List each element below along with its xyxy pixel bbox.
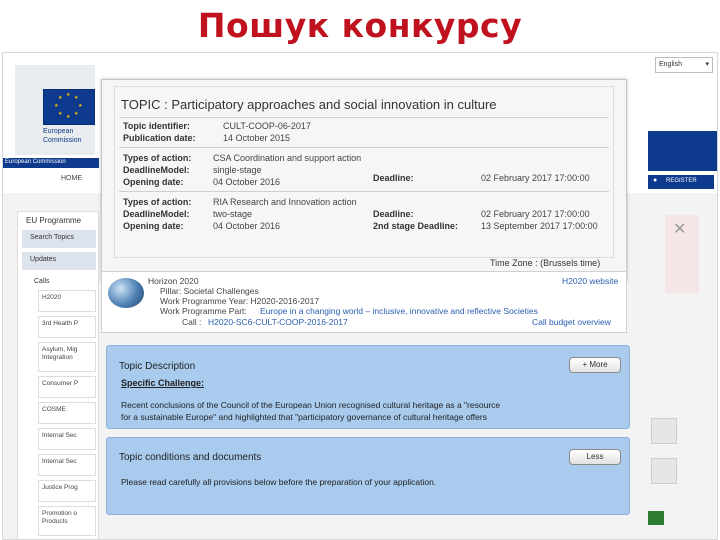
sidebar-programme-consumer[interactable]: Consumer P: [38, 376, 96, 398]
second-stage-deadline-label: 2nd stage Deadline:: [373, 221, 459, 231]
language-value: English: [659, 61, 682, 68]
sidebar-title: EU Programme: [26, 216, 82, 225]
org-name: European Commission: [43, 127, 82, 145]
work-programme-part-link[interactable]: Europe in a changing world – inclusive, …: [260, 306, 538, 316]
topic-conditions-title: Topic conditions and documents: [119, 452, 262, 463]
programme-sidebar: EU Programme Search Topics Updates Calls…: [17, 211, 99, 539]
sidebar-programme-asylum-line2: Integration: [42, 354, 73, 361]
slide-title: Пошук конкурсу: [197, 6, 523, 45]
work-programme-part-label: Work Programme Part:: [160, 306, 247, 316]
sidebar-programme-promotion[interactable]: Promotion o Products: [38, 506, 96, 536]
publication-date-label: Publication date:: [123, 133, 196, 143]
opening-date-value: 04 October 2016: [213, 177, 281, 187]
ec-logo: ★ ★ ★ ★ ★ ★ ★ ★ European Commission: [15, 65, 95, 155]
deadline-model-value: two-stage: [213, 209, 253, 219]
h2020-website-link[interactable]: H2020 website: [562, 276, 618, 286]
sidebar-item-search-topics[interactable]: Search Topics: [22, 230, 96, 248]
call-label: Call :: [182, 317, 202, 327]
divider: [119, 117, 609, 118]
opening-date-label: Opening date:: [123, 177, 184, 187]
programme-info-panel: Horizon 2020 Pillar: Societal Challenges…: [101, 271, 627, 333]
topic-panel: TOPIC : Participatory approaches and soc…: [101, 79, 627, 281]
action-type-value: RIA Research and Innovation action: [213, 197, 357, 207]
user-icon: ●: [653, 177, 658, 184]
deadline-value: 02 February 2017 17:00:00: [481, 173, 590, 183]
sidebar-programme-cosme[interactable]: COSME: [38, 402, 96, 424]
action-type-label: Types of action:: [123, 153, 192, 163]
description-text-line-1: Recent conclusions of the Council of the…: [121, 400, 501, 410]
action-type-label: Types of action:: [123, 197, 192, 207]
publication-date-value: 14 October 2015: [223, 133, 291, 143]
home-link[interactable]: HOME: [61, 175, 82, 182]
sidebar-programme-h2020[interactable]: H2020: [38, 290, 96, 312]
divider: [119, 147, 609, 148]
header-blue-block: [648, 131, 717, 171]
chevron-down-icon: ▾: [705, 61, 709, 68]
deadline-model-label: DeadlineModel:: [123, 209, 190, 219]
topic-heading: TOPIC : Participatory approaches and soc…: [121, 97, 497, 112]
org-name-line-1: European: [43, 128, 74, 135]
ec-bar-text: European Commission: [5, 159, 66, 165]
eu-flag-icon: ★ ★ ★ ★ ★ ★ ★ ★: [43, 89, 95, 125]
sidebar-programme-promotion-line2: Products: [42, 518, 68, 525]
topic-description-section: Topic Description + More Specific Challe…: [106, 345, 630, 429]
call-budget-overview-link[interactable]: Call budget overview: [532, 317, 611, 327]
sidebar-item-updates[interactable]: Updates: [22, 252, 96, 270]
side-button-1[interactable]: [651, 418, 677, 444]
opening-date-value: 04 October 2016: [213, 221, 281, 231]
deadline-label: Deadline:: [373, 209, 414, 219]
more-button[interactable]: + More: [569, 357, 621, 373]
topic-details: TOPIC : Participatory approaches and soc…: [114, 86, 614, 258]
close-panel: ✕: [665, 215, 699, 293]
divider: [119, 191, 609, 192]
specific-challenge-heading: Specific Challenge:: [121, 378, 205, 388]
close-icon[interactable]: ✕: [673, 219, 686, 239]
description-text-line-2: for a sustainable Europe" and highlighte…: [121, 412, 487, 422]
portal-screenshot: ★ ★ ★ ★ ★ ★ ★ ★ European Commission European…: [2, 52, 718, 540]
pillar: Pillar: Societal Challenges: [160, 286, 259, 296]
sidebar-programme-promotion-line1: Promotion o: [42, 510, 78, 517]
sidebar-programme-internal-sec-1[interactable]: Internal Sec: [38, 428, 96, 450]
deadline-model-label: DeadlineModel:: [123, 165, 190, 175]
work-programme-year: Work Programme Year: H2020-2016-2017: [160, 296, 320, 306]
conditions-text: Please read carefully all provisions bel…: [121, 477, 437, 487]
sidebar-calls-label: Calls: [34, 278, 50, 285]
side-button-2[interactable]: [651, 458, 677, 484]
side-green-button[interactable]: [648, 511, 664, 525]
sidebar-programme-health[interactable]: 3rd Health P: [38, 316, 96, 338]
globe-icon: [108, 278, 144, 308]
sidebar-programme-justice[interactable]: Justice Prog: [38, 480, 96, 502]
register-button[interactable]: ● REGISTER: [648, 175, 714, 189]
topic-identifier-label: Topic identifier:: [123, 121, 190, 131]
sidebar-programme-internal-sec-2[interactable]: Internal Sec: [38, 454, 96, 476]
opening-date-label: Opening date:: [123, 221, 184, 231]
topic-conditions-section: Topic conditions and documents Less Plea…: [106, 437, 630, 515]
register-label: REGISTER: [666, 178, 697, 184]
call-link[interactable]: H2020-SC6-CULT-COOP-2016-2017: [208, 317, 348, 327]
sidebar-programme-asylum-line1: Asylum, Mig: [42, 346, 78, 353]
less-button[interactable]: Less: [569, 449, 621, 465]
deadline-model-value: single-stage: [213, 165, 262, 175]
second-stage-deadline-value: 13 September 2017 17:00:00: [481, 221, 598, 231]
language-select[interactable]: English ▾: [655, 57, 713, 73]
action-type-value: CSA Coordination and support action: [213, 153, 362, 163]
ec-blue-bar: European Commission: [3, 158, 99, 168]
deadline-value: 02 February 2017 17:00:00: [481, 209, 590, 219]
topic-identifier-value: CULT-COOP-06-2017: [223, 121, 311, 131]
sidebar-programme-asylum[interactable]: Asylum, Mig Integration: [38, 342, 96, 372]
deadline-label: Deadline:: [373, 173, 414, 183]
timezone-note: Time Zone : (Brussels time): [490, 258, 601, 268]
topic-description-title: Topic Description: [119, 361, 196, 372]
org-name-line-2: Commission: [43, 137, 82, 144]
programme-name: Horizon 2020: [148, 276, 199, 286]
